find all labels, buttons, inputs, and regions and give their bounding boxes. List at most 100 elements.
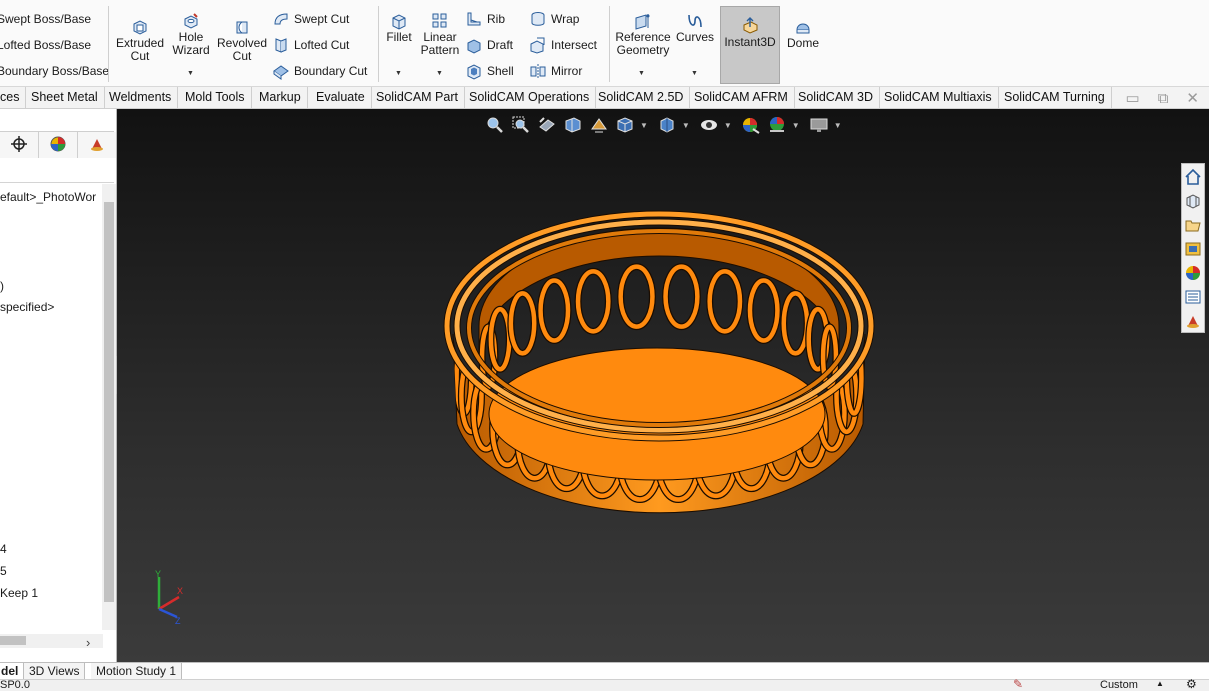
back-ring — [575, 269, 611, 334]
draft-button[interactable]: Draft — [465, 36, 513, 54]
tree-item-partial-1[interactable]: ) — [0, 279, 4, 293]
view-orientation-icon[interactable] — [614, 114, 636, 136]
3d-model-basket[interactable] — [443, 204, 883, 549]
revolved-cut-button[interactable]: Revolved Cut — [216, 18, 268, 63]
tab-markup[interactable]: Markup — [253, 87, 308, 109]
linear-pattern-button[interactable]: Linear Pattern — [419, 12, 461, 57]
tab-dimxpert[interactable] — [0, 132, 39, 158]
edit-appearance-icon[interactable] — [740, 114, 762, 136]
design-library-icon[interactable] — [1183, 190, 1203, 212]
wrap-button[interactable]: Wrap — [529, 10, 579, 28]
tab-motion-study-1[interactable]: Motion Study 1 — [91, 663, 183, 680]
tab-model[interactable]: del — [0, 663, 25, 680]
dynamic-annotation-icon[interactable] — [588, 114, 610, 136]
view-palette-icon[interactable] — [1183, 238, 1203, 260]
rib-button[interactable]: Rib — [465, 10, 505, 28]
reference-geometry-dropdown-icon[interactable]: ▼ — [638, 70, 645, 77]
ribbon-separator — [108, 6, 109, 82]
extruded-cut-button[interactable]: Extruded Cut — [114, 18, 166, 63]
mirror-label: Mirror — [551, 64, 583, 78]
appearances-scenes-icon[interactable] — [1183, 262, 1203, 284]
rib-icon — [465, 10, 483, 28]
graphics-area[interactable]: ▼ ▼ ▼ ▼ ▼ Y X Z — [117, 109, 1209, 662]
minimize-icon[interactable]: ▭ — [1126, 89, 1140, 107]
scroll-right-icon[interactable]: › — [86, 635, 90, 650]
tab-features[interactable]: ces — [0, 87, 27, 109]
previous-view-icon[interactable] — [536, 114, 558, 136]
hole-wizard-button[interactable]: Hole Wizard — [169, 12, 213, 57]
tab-solidcam-afrm[interactable]: SolidCAM AFRM — [688, 87, 795, 109]
status-options-icon[interactable]: ⚙ — [1186, 677, 1197, 691]
tab-evaluate[interactable]: Evaluate — [310, 87, 372, 109]
hide-show-dropdown-icon[interactable]: ▼ — [724, 121, 732, 130]
tab-3d-views[interactable]: 3D Views — [24, 663, 86, 680]
file-explorer-icon[interactable] — [1183, 214, 1203, 236]
swept-boss-base-button[interactable]: Swept Boss/Base — [0, 12, 91, 26]
intersect-button[interactable]: Intersect — [529, 36, 597, 54]
hole-wizard-dropdown-icon[interactable]: ▼ — [187, 70, 194, 77]
tab-weldments[interactable]: Weldments — [103, 87, 179, 109]
tab-mold-tools[interactable]: Mold Tools — [179, 87, 252, 109]
crosshair-icon — [10, 135, 28, 156]
reference-geometry-label: Reference Geometry — [615, 30, 671, 57]
tab-display-manager[interactable] — [39, 132, 78, 158]
view-settings-icon[interactable] — [808, 114, 830, 136]
tab-solidcam-3d[interactable]: SolidCAM 3D — [792, 87, 881, 109]
revolved-cut-label: Revolved Cut — [216, 36, 268, 63]
task-pane-tabs — [1181, 163, 1205, 333]
triad-y-label: Y — [155, 569, 161, 579]
zoom-to-fit-icon[interactable] — [484, 114, 506, 136]
swept-cut-button[interactable]: Swept Cut — [272, 10, 349, 28]
tree-item-partial-3[interactable]: 5 — [0, 564, 7, 578]
view-settings-dropdown-icon[interactable]: ▼ — [834, 121, 842, 130]
tree-item-display-state[interactable]: efault>_PhotoWor — [0, 190, 96, 204]
apply-scene-icon[interactable] — [766, 114, 788, 136]
home-icon[interactable] — [1183, 166, 1203, 188]
panel-filter-bar[interactable] — [0, 109, 114, 132]
curves-button[interactable]: Curves — [676, 12, 714, 44]
reference-geometry-button[interactable]: Reference Geometry — [614, 12, 672, 57]
restore-icon[interactable]: ⧉ — [1158, 90, 1169, 107]
panel-search-field[interactable] — [0, 159, 114, 183]
linear-pattern-dropdown-icon[interactable]: ▼ — [436, 70, 443, 77]
boundary-cut-button[interactable]: Boundary Cut — [272, 62, 367, 80]
status-units-selector[interactable]: Custom — [1100, 679, 1138, 691]
solidcam-task-icon[interactable] — [1183, 310, 1203, 332]
intersect-icon — [529, 36, 547, 54]
zoom-to-area-icon[interactable] — [510, 114, 532, 136]
display-style-icon[interactable] — [656, 114, 678, 136]
panel-vertical-scroll-thumb[interactable] — [104, 202, 114, 602]
tab-sheet-metal[interactable]: Sheet Metal — [25, 87, 105, 109]
boundary-boss-base-button[interactable]: Boundary Boss/Base — [0, 64, 109, 78]
close-icon[interactable]: ✕ — [1186, 89, 1199, 107]
section-view-icon[interactable] — [562, 114, 584, 136]
dome-label: Dome — [786, 36, 819, 50]
shell-button[interactable]: Shell — [465, 62, 514, 80]
tree-item-partial-2[interactable]: 4 — [0, 542, 7, 556]
display-style-dropdown-icon[interactable]: ▼ — [682, 121, 690, 130]
hide-show-items-icon[interactable] — [698, 114, 720, 136]
lofted-boss-base-button[interactable]: Lofted Boss/Base — [0, 38, 91, 52]
apply-scene-dropdown-icon[interactable]: ▼ — [792, 121, 800, 130]
view-orientation-dropdown-icon[interactable]: ▼ — [640, 121, 648, 130]
tree-item-body-delete-keep[interactable]: Keep 1 — [0, 586, 38, 600]
tab-solidcam-2-5d[interactable]: SolidCAM 2.5D — [592, 87, 691, 109]
tab-solidcam-operations[interactable]: SolidCAM Operations — [463, 87, 597, 109]
dome-button[interactable]: Dome — [786, 18, 820, 50]
fillet-button[interactable]: Fillet — [384, 12, 414, 44]
rebuild-icon[interactable]: ✎ — [1013, 677, 1023, 691]
tab-solidcam-turning[interactable]: SolidCAM Turning — [998, 87, 1112, 109]
instant3d-button[interactable]: Instant3D — [720, 6, 780, 84]
curves-dropdown-icon[interactable]: ▼ — [691, 70, 698, 77]
panel-horizontal-scroll-thumb[interactable] — [0, 636, 26, 645]
fillet-dropdown-icon[interactable]: ▼ — [395, 70, 402, 77]
boundary-cut-icon — [272, 62, 290, 80]
lofted-cut-button[interactable]: Lofted Cut — [272, 36, 349, 54]
tab-solidcam-part[interactable]: SolidCAM Part — [370, 87, 465, 109]
mirror-button[interactable]: Mirror — [529, 62, 582, 80]
units-dropdown-icon[interactable]: ▲ — [1156, 679, 1164, 688]
tab-solidcam-multiaxis[interactable]: SolidCAM Multiaxis — [878, 87, 999, 109]
tab-solidcam[interactable] — [78, 132, 116, 158]
custom-properties-icon[interactable] — [1183, 286, 1203, 308]
tree-item-material[interactable]: specified> — [0, 300, 54, 314]
